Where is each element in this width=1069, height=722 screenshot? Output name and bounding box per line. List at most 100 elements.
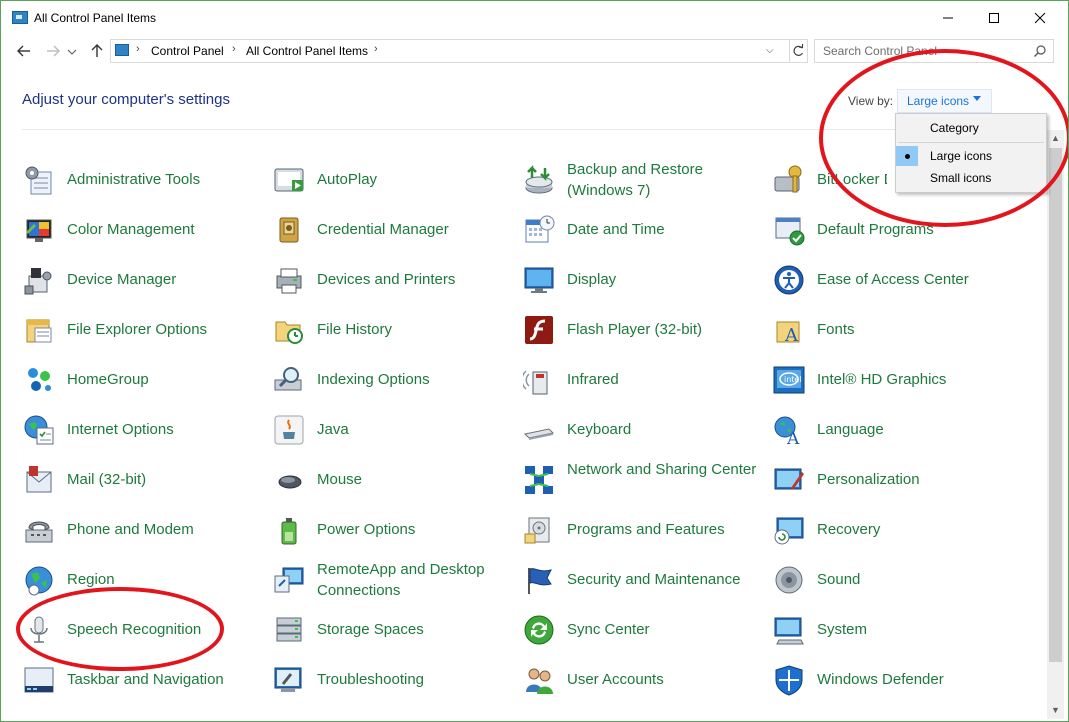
- control-panel-item[interactable]: Recovery: [773, 510, 1013, 550]
- speech-recognition-icon: [23, 614, 55, 646]
- maximize-button[interactable]: [971, 1, 1017, 35]
- menu-item-small-icons[interactable]: Small icons: [896, 168, 1046, 188]
- control-panel-item[interactable]: A Language: [773, 410, 1013, 450]
- device-manager-icon: [23, 264, 55, 296]
- menu-item-large-icons[interactable]: Large icons: [896, 146, 1046, 166]
- breadcrumb-separator-icon[interactable]: ›: [136, 43, 140, 55]
- control-panel-item-label: File History: [317, 321, 393, 338]
- control-panel-item[interactable]: Windows Defender: [773, 660, 1013, 700]
- control-panel-item-label: Sync Center: [567, 621, 650, 638]
- control-panel-item[interactable]: Power Options: [273, 510, 513, 550]
- control-panel-item-label: Internet Options: [67, 421, 174, 438]
- refresh-icon: [793, 44, 804, 56]
- scroll-up-icon[interactable]: ▲: [1047, 130, 1064, 147]
- control-panel-item-label: Network and Sharing Center: [567, 461, 757, 478]
- control-panel-item[interactable]: User Accounts: [523, 660, 763, 700]
- control-panel-item[interactable]: A Fonts: [773, 310, 1013, 350]
- control-panel-item[interactable]: Mouse: [273, 460, 513, 500]
- intel-graphics-icon: intel: [773, 364, 805, 396]
- refresh-button[interactable]: [789, 40, 807, 62]
- control-panel-item[interactable]: Speech Recognition: [23, 610, 263, 650]
- search-input[interactable]: Search Control Panel: [814, 39, 1054, 63]
- control-panel-item[interactable]: Administrative Tools: [23, 160, 263, 200]
- control-panel-item[interactable]: System: [773, 610, 1013, 650]
- control-panel-item[interactable]: File Explorer Options: [23, 310, 263, 350]
- control-panel-item[interactable]: intel Intel® HD Graphics: [773, 360, 1013, 400]
- control-panel-item[interactable]: HomeGroup: [23, 360, 263, 400]
- control-panel-item-label: System: [817, 621, 868, 638]
- header-divider: [22, 129, 1047, 130]
- control-panel-item[interactable]: Network and Sharing Center: [523, 460, 763, 500]
- control-panel-item[interactable]: Device Manager: [23, 260, 263, 300]
- control-panel-item[interactable]: Programs and Features: [523, 510, 763, 550]
- control-panel-window: All Control Panel Items › Control Panel …: [0, 0, 1069, 722]
- control-panel-item[interactable]: Devices and Printers: [273, 260, 513, 300]
- control-panel-item[interactable]: File History: [273, 310, 513, 350]
- control-panel-item[interactable]: Color Management: [23, 210, 263, 250]
- svg-text:A: A: [784, 325, 799, 346]
- scroll-down-icon[interactable]: ▼: [1047, 702, 1064, 719]
- control-panel-item-label: Default Programs: [817, 221, 934, 238]
- mail-icon: [23, 464, 55, 496]
- network-sharing-icon: [523, 464, 555, 496]
- close-button[interactable]: [1017, 1, 1063, 35]
- view-by-value: Large icons: [907, 94, 970, 108]
- control-panel-item[interactable]: Personalization: [773, 460, 1013, 500]
- control-panel-item[interactable]: Infrared: [521, 360, 763, 400]
- address-dropdown-icon[interactable]: ⌵: [766, 45, 774, 56]
- breadcrumb-all-items[interactable]: All Control Panel Items: [246, 44, 368, 58]
- control-panel-item[interactable]: Storage Spaces: [273, 610, 513, 650]
- control-panel-item[interactable]: Date and Time: [523, 210, 763, 250]
- control-panel-item[interactable]: Flash Player (32-bit): [523, 310, 763, 350]
- fonts-icon: A: [773, 314, 805, 346]
- control-panel-item-label: Phone and Modem: [67, 521, 194, 538]
- control-panel-item[interactable]: Backup and Restore (Windows 7): [523, 160, 763, 200]
- vertical-scrollbar[interactable]: ▲ ▼: [1047, 130, 1064, 719]
- user-accounts-icon: [523, 664, 555, 696]
- menu-item-label: Small icons: [930, 171, 992, 185]
- chevron-down-icon: [67, 49, 77, 55]
- address-bar[interactable]: › Control Panel › All Control Panel Item…: [110, 39, 808, 63]
- control-panel-item[interactable]: Security and Maintenance: [523, 560, 763, 600]
- title-bar[interactable]: All Control Panel Items: [1, 1, 1068, 35]
- breadcrumb-separator-icon[interactable]: ›: [232, 43, 236, 55]
- control-panel-item[interactable]: Internet Options: [23, 410, 263, 450]
- control-panel-item[interactable]: Indexing Options: [273, 360, 513, 400]
- breadcrumb-separator-icon[interactable]: ›: [374, 43, 378, 55]
- color-management-icon: [23, 214, 55, 246]
- recent-locations-button[interactable]: [65, 41, 79, 61]
- control-panel-item[interactable]: RemoteApp and Desktop Connections: [273, 560, 513, 600]
- control-panel-item[interactable]: Troubleshooting: [273, 660, 513, 700]
- forward-button[interactable]: [43, 41, 63, 61]
- control-panel-item[interactable]: Java: [273, 410, 513, 450]
- control-panel-item[interactable]: Credential Manager: [273, 210, 513, 250]
- control-panel-item[interactable]: Region: [23, 560, 263, 600]
- windows-defender-icon: [773, 664, 805, 696]
- control-panel-item[interactable]: AutoPlay: [273, 160, 513, 200]
- minimize-button[interactable]: [925, 1, 971, 35]
- control-panel-item[interactable]: Default Programs: [773, 210, 1013, 250]
- control-panel-item[interactable]: Taskbar and Navigation: [23, 660, 263, 700]
- date-time-icon: [523, 214, 555, 246]
- up-button[interactable]: [87, 41, 107, 61]
- control-panel-item-label: Administrative Tools: [67, 171, 201, 188]
- control-panel-item-label: Recovery: [817, 521, 881, 538]
- view-by-dropdown[interactable]: Large icons: [897, 89, 992, 113]
- remoteapp-icon: [273, 564, 305, 596]
- control-panel-item[interactable]: Sync Center: [523, 610, 763, 650]
- control-panel-item[interactable]: Mail (32-bit): [23, 460, 263, 500]
- menu-item-label: Category: [930, 121, 979, 135]
- control-panel-item[interactable]: Display: [523, 260, 763, 300]
- devices-printers-icon: [273, 264, 305, 296]
- back-button[interactable]: [14, 41, 34, 61]
- control-panel-item[interactable]: Keyboard: [523, 410, 763, 450]
- menu-separator: [898, 142, 1044, 143]
- control-panel-item[interactable]: Ease of Access Center: [773, 260, 1013, 300]
- scrollbar-thumb[interactable]: [1049, 148, 1062, 662]
- menu-item-category[interactable]: Category: [896, 118, 1046, 138]
- control-panel-item[interactable]: Phone and Modem: [23, 510, 263, 550]
- control-panel-item[interactable]: Sound: [773, 560, 1013, 600]
- control-panel-item-label: Region: [67, 571, 115, 588]
- breadcrumb-control-panel[interactable]: Control Panel: [151, 44, 224, 58]
- arrow-up-icon: [91, 44, 103, 57]
